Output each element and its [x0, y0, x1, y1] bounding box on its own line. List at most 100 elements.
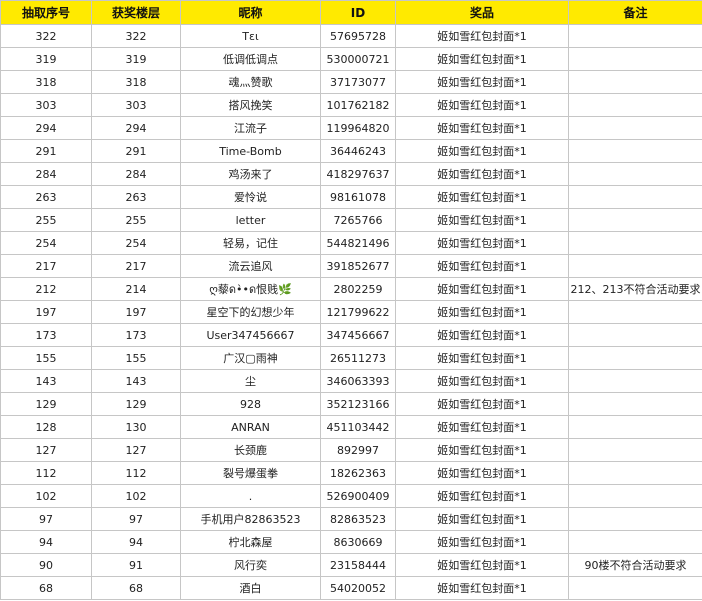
cell-id: 23158444	[320, 553, 396, 577]
cell-prize: 姬如雪红包封面*1	[395, 553, 569, 577]
cell-note: 90楼不符合活动要求	[568, 553, 702, 577]
cell-nickname: .	[180, 484, 321, 508]
cell-id: 892997	[320, 438, 396, 462]
cell-id: 544821496	[320, 231, 396, 255]
cell-nickname: 星空下的幻想少年	[180, 300, 321, 324]
cell-prize: 姬如雪红包封面*1	[395, 438, 569, 462]
cell-floor: 214	[91, 277, 181, 301]
table-row: 173 173 User347456667 347456667 姬如雪红包封面*1	[0, 323, 702, 347]
cell-nickname: 江流子	[180, 116, 321, 140]
cell-floor: 254	[91, 231, 181, 255]
cell-prize: 姬如雪红包封面*1	[395, 162, 569, 186]
header-id: ID	[320, 0, 396, 25]
cell-note	[568, 392, 702, 416]
cell-prize: 姬如雪红包封面*1	[395, 530, 569, 554]
cell-floor: 319	[91, 47, 181, 71]
cell-draw-no: 254	[0, 231, 92, 255]
table-row: 129 129 928 352123166 姬如雪红包封面*1	[0, 392, 702, 416]
cell-nickname: 鸡汤来了	[180, 162, 321, 186]
cell-nickname: 轻易，记住	[180, 231, 321, 255]
cell-id: 352123166	[320, 392, 396, 416]
cell-id: 7265766	[320, 208, 396, 232]
cell-draw-no: 112	[0, 461, 92, 485]
table-row: 97 97 手机用户82863523 82863523 姬如雪红包封面*1	[0, 507, 702, 531]
cell-draw-no: 143	[0, 369, 92, 393]
cell-id: 347456667	[320, 323, 396, 347]
cell-floor: 155	[91, 346, 181, 370]
cell-id: 8630669	[320, 530, 396, 554]
cell-prize: 姬如雪红包封面*1	[395, 47, 569, 71]
cell-note	[568, 507, 702, 531]
cell-draw-no: 212	[0, 277, 92, 301]
cell-prize: 姬如雪红包封面*1	[395, 323, 569, 347]
header-floor: 获奖楼层	[91, 0, 181, 25]
cell-note	[568, 93, 702, 117]
cell-note: 212、213不符合活动要求	[568, 277, 702, 301]
cell-nickname: ANRAN	[180, 415, 321, 439]
cell-note	[568, 47, 702, 71]
table-row: 263 263 爱怜说 98161078 姬如雪红包封面*1	[0, 185, 702, 209]
cell-floor: 322	[91, 24, 181, 48]
cell-floor: 173	[91, 323, 181, 347]
cell-draw-no: 129	[0, 392, 92, 416]
table-row: 127 127 长颈鹿 892997 姬如雪红包封面*1	[0, 438, 702, 462]
cell-nickname: 广汉▢雨神	[180, 346, 321, 370]
cell-prize: 姬如雪红包封面*1	[395, 576, 569, 600]
cell-nickname: 长颈鹿	[180, 438, 321, 462]
cell-draw-no: 102	[0, 484, 92, 508]
cell-prize: 姬如雪红包封面*1	[395, 277, 569, 301]
header-note: 备注	[568, 0, 702, 25]
cell-note	[568, 323, 702, 347]
cell-note	[568, 231, 702, 255]
cell-draw-no: 68	[0, 576, 92, 600]
table-row: 94 94 柠北森屋 8630669 姬如雪红包封面*1	[0, 530, 702, 554]
cell-id: 526900409	[320, 484, 396, 508]
cell-prize: 姬如雪红包封面*1	[395, 116, 569, 140]
cell-prize: 姬如雪红包封面*1	[395, 346, 569, 370]
cell-floor: 263	[91, 185, 181, 209]
header-prize: 奖品	[395, 0, 569, 25]
cell-note	[568, 530, 702, 554]
cell-prize: 姬如雪红包封面*1	[395, 254, 569, 278]
cell-draw-no: 94	[0, 530, 92, 554]
cell-nickname: ღ藜ด•̀•ด恨贱🌿	[180, 277, 321, 301]
table-row: 143 143 尘 346063393 姬如雪红包封面*1	[0, 369, 702, 393]
header-nickname: 昵称	[180, 0, 321, 25]
cell-id: 57695728	[320, 24, 396, 48]
cell-draw-no: 173	[0, 323, 92, 347]
cell-id: 54020052	[320, 576, 396, 600]
cell-nickname: Tει	[180, 24, 321, 48]
cell-note	[568, 70, 702, 94]
cell-floor: 217	[91, 254, 181, 278]
cell-nickname: 裂号爆蛋拳	[180, 461, 321, 485]
cell-draw-no: 90	[0, 553, 92, 577]
cell-draw-no: 263	[0, 185, 92, 209]
cell-floor: 129	[91, 392, 181, 416]
cell-id: 18262363	[320, 461, 396, 485]
cell-floor: 112	[91, 461, 181, 485]
cell-note	[568, 415, 702, 439]
cell-draw-no: 322	[0, 24, 92, 48]
cell-nickname: 搭风挽笑	[180, 93, 321, 117]
cell-nickname: 流云追风	[180, 254, 321, 278]
cell-note	[568, 461, 702, 485]
cell-draw-no: 294	[0, 116, 92, 140]
table-row: 322 322 Tει 57695728 姬如雪红包封面*1	[0, 24, 702, 48]
cell-id: 82863523	[320, 507, 396, 531]
table-body: 322 322 Tει 57695728 姬如雪红包封面*1 319 319 低调低调点 530…	[0, 24, 702, 600]
table-row: 217 217 流云追风 391852677 姬如雪红包封面*1	[0, 254, 702, 278]
table-row: 102 102. 526900409 姬如雪红包封面*1	[0, 484, 702, 508]
cell-prize: 姬如雪红包封面*1	[395, 392, 569, 416]
cell-prize: 姬如雪红包封面*1	[395, 24, 569, 48]
cell-id: 451103442	[320, 415, 396, 439]
cell-prize: 姬如雪红包封面*1	[395, 93, 569, 117]
cell-note	[568, 139, 702, 163]
table-row: 303 303 搭风挽笑 101762182 姬如雪红包封面*1	[0, 93, 702, 117]
cell-floor: 294	[91, 116, 181, 140]
table-row: 128 130 ANRAN 451103442 姬如雪红包封面*1	[0, 415, 702, 439]
cell-id: 26511273	[320, 346, 396, 370]
cell-floor: 291	[91, 139, 181, 163]
cell-note	[568, 438, 702, 462]
cell-floor: 97	[91, 507, 181, 531]
cell-prize: 姬如雪红包封面*1	[395, 461, 569, 485]
